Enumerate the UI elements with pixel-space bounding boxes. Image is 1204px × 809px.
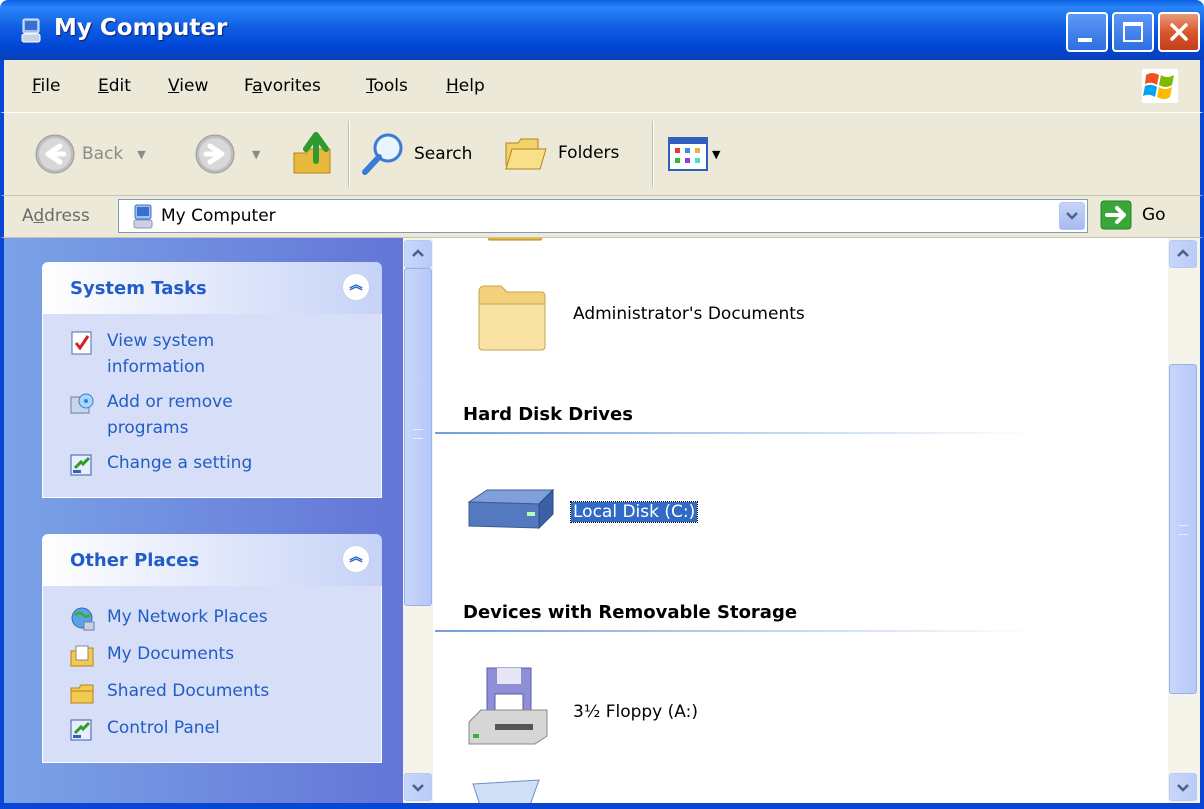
minimize-button[interactable] <box>1066 12 1108 52</box>
content-scrollbar[interactable] <box>1168 238 1204 803</box>
system-tasks-header[interactable]: System Tasks ︽ <box>42 262 382 314</box>
hard-disk-icon <box>467 488 555 530</box>
folders-label: Folders <box>558 143 620 163</box>
control-panel-link[interactable]: Control Panel <box>43 715 381 743</box>
content-scroll-thumb[interactable] <box>1169 364 1197 694</box>
network-places-icon <box>71 607 95 631</box>
back-dropdown-icon[interactable]: ▼ <box>137 148 145 161</box>
back-label: Back <box>82 144 124 164</box>
up-folder-icon <box>293 132 331 174</box>
maximize-icon <box>1123 22 1143 42</box>
other-places-header[interactable]: Other Places ︽ <box>42 534 382 586</box>
task-pane-scroll-down-button[interactable] <box>404 773 432 801</box>
forward-button[interactable]: ▼ <box>194 133 260 175</box>
address-dropdown-button[interactable] <box>1059 202 1085 230</box>
chevron-up-icon <box>1177 249 1189 257</box>
chevron-down-icon <box>1066 212 1078 220</box>
folders-icon <box>505 138 547 170</box>
title-bar: My Computer <box>0 0 1204 60</box>
menu-help[interactable]: Help <box>446 76 485 96</box>
task-pane-scroll-up-button[interactable] <box>404 240 432 268</box>
close-icon <box>1170 23 1188 41</box>
views-dropdown-icon[interactable]: ▼ <box>712 148 720 161</box>
go-arrow-icon <box>1100 200 1132 230</box>
content-scroll-down-button[interactable] <box>1169 773 1197 801</box>
search-label: Search <box>414 144 473 164</box>
folder-item-label: Administrator's Documents <box>573 304 805 324</box>
add-remove-programs-icon <box>70 393 94 414</box>
system-info-icon <box>71 331 92 355</box>
task-pane: System Tasks ︽ View system information Ad… <box>0 238 403 809</box>
search-icon <box>362 133 403 175</box>
address-value: My Computer <box>161 206 276 226</box>
shared-documents-icon <box>70 684 94 704</box>
menu-edit[interactable]: Edit <box>98 76 131 96</box>
view-system-info-link[interactable]: View system information <box>43 328 381 380</box>
drive-item-label: 3½ Floppy (A:) <box>573 702 698 722</box>
address-label: Address <box>22 206 90 226</box>
collapse-system-tasks-button[interactable]: ︽ <box>342 273 370 301</box>
standard-toolbar: Back ▼ ▼ Search Folders ▼ <box>0 112 1204 196</box>
file-list-view: Administrator's Documents Hard Disk Driv… <box>435 238 1168 809</box>
menu-file[interactable]: File <box>32 76 60 96</box>
group-divider <box>435 432 1035 434</box>
views-icon <box>668 137 708 171</box>
add-remove-programs-link[interactable]: Add or remove programs <box>43 389 381 441</box>
system-tasks-title: System Tasks <box>70 278 207 299</box>
forward-dropdown-icon[interactable]: ▼ <box>252 148 260 161</box>
window-title: My Computer <box>54 15 228 41</box>
minimize-icon <box>1078 38 1092 42</box>
maximize-button[interactable] <box>1112 12 1154 52</box>
floppy-drive-icon <box>468 667 548 745</box>
menu-favorites[interactable]: Favorites <box>244 76 321 96</box>
up-folder-button[interactable] <box>292 131 336 177</box>
windows-logo-icon <box>1142 69 1178 103</box>
folder-icon <box>488 238 542 241</box>
task-pane-scroll-thumb[interactable] <box>404 268 432 606</box>
close-button[interactable] <box>1158 12 1200 52</box>
go-button[interactable]: Go <box>1100 200 1166 230</box>
my-documents-icon <box>70 645 94 667</box>
hard-disk-drives-heading: Hard Disk Drives <box>463 404 633 425</box>
chevron-down-icon <box>1177 784 1189 792</box>
task-pane-scrollbar[interactable] <box>403 238 433 803</box>
group-divider <box>435 630 1035 632</box>
forward-arrow-icon <box>195 134 235 174</box>
menu-view[interactable]: View <box>168 76 208 96</box>
change-setting-link[interactable]: Change a setting <box>43 450 381 478</box>
go-label: Go <box>1142 205 1166 225</box>
address-bar: Address My Computer Go <box>0 196 1204 238</box>
my-computer-icon <box>133 204 153 229</box>
menu-bar: File Edit View Favorites Tools Help <box>0 60 1204 112</box>
chevron-down-icon <box>412 784 424 792</box>
window-bottom-border <box>0 803 1204 809</box>
other-places-title: Other Places <box>70 550 200 571</box>
control-panel-icon <box>70 454 92 476</box>
back-button[interactable]: Back ▼ <box>34 133 146 175</box>
shared-documents-link[interactable]: Shared Documents <box>43 678 381 706</box>
back-arrow-icon <box>35 134 75 174</box>
folders-button[interactable]: Folders <box>504 131 619 175</box>
system-tasks-panel: System Tasks ︽ View system information Ad… <box>42 262 382 498</box>
chevron-up-icon <box>412 249 424 257</box>
folder-icon <box>478 285 546 351</box>
menu-tools[interactable]: Tools <box>366 76 408 96</box>
address-input[interactable]: My Computer <box>118 199 1088 233</box>
content-scroll-up-button[interactable] <box>1169 240 1197 268</box>
removable-storage-heading: Devices with Removable Storage <box>463 602 798 623</box>
control-panel-icon <box>70 719 92 741</box>
views-button[interactable]: ▼ <box>668 137 720 171</box>
my-computer-icon <box>21 18 41 43</box>
my-network-places-link[interactable]: My Network Places <box>43 604 381 632</box>
my-documents-link[interactable]: My Documents <box>43 641 381 669</box>
other-places-panel: Other Places ︽ My Network Places My Docu… <box>42 534 382 763</box>
drive-item-label: Local Disk (C:) <box>569 501 699 523</box>
collapse-other-places-button[interactable]: ︽ <box>342 545 370 573</box>
search-button[interactable]: Search <box>360 131 472 177</box>
